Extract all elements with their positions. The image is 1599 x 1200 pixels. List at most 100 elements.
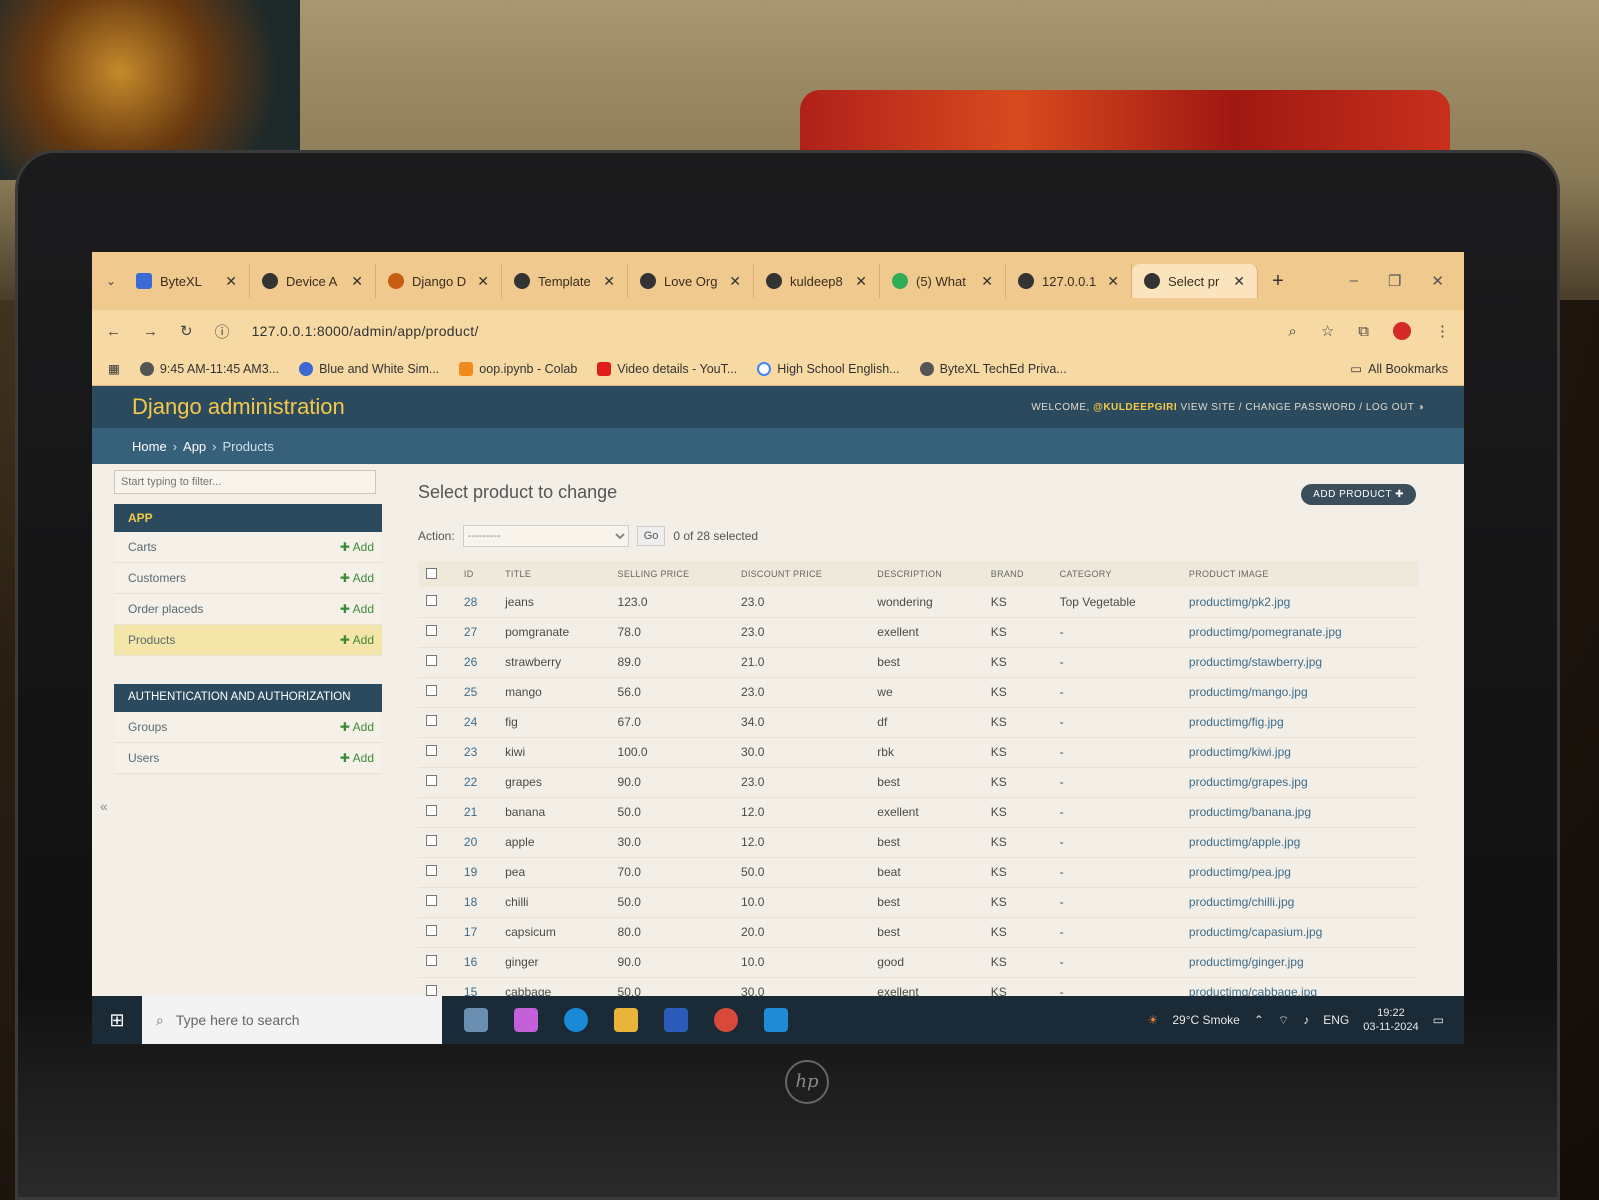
site-branding[interactable]: Django administration [132,394,345,420]
close-tab-icon[interactable]: ✕ [603,273,615,290]
model-add-link[interactable]: ✚ Add [340,602,374,616]
model-link[interactable]: Order placeds [128,602,203,616]
bookmark-star-icon[interactable]: ☆ [1321,322,1334,340]
network-icon[interactable]: ⌔ [1278,1013,1289,1028]
close-tab-icon[interactable]: ✕ [225,273,237,290]
menu-kebab-icon[interactable]: ⋮ [1435,322,1450,340]
row-checkbox[interactable] [426,895,437,906]
model-add-link[interactable]: ✚ Add [340,633,374,647]
column-header[interactable]: DESCRIPTION [869,561,983,587]
close-tab-icon[interactable]: ✕ [477,273,489,290]
vscode-icon[interactable] [764,1008,788,1032]
weather-text[interactable]: 29°C Smoke [1172,1013,1240,1027]
model-add-link[interactable]: ✚ Add [340,571,374,585]
windows-start-icon[interactable]: ⊞ [92,1010,142,1031]
sidebar-collapse-icon[interactable]: « [100,798,382,814]
row-checkbox[interactable] [426,775,437,786]
select-all-checkbox[interactable] [426,567,437,579]
nav-filter-input[interactable] [114,470,376,494]
auth-module-caption[interactable]: AUTHENTICATION AND AUTHORIZATION [114,684,382,712]
column-header[interactable]: PRODUCT IMAGE [1180,561,1418,587]
profile-avatar[interactable] [1393,322,1411,340]
action-select[interactable]: --------- [462,525,629,547]
restore-icon[interactable]: ❐ [1388,272,1401,290]
row-checkbox[interactable] [426,625,437,636]
model-add-link[interactable]: ✚ Add [340,751,374,765]
bookmark-item[interactable]: ByteXL TechEd Priva... [919,361,1067,376]
copilot-icon[interactable] [514,1008,538,1032]
taskbar-search[interactable]: ⌕ Type here to search [142,996,442,1044]
row-checkbox[interactable] [426,985,437,996]
close-window-icon[interactable]: ✕ [1431,272,1444,290]
minimize-icon[interactable]: – [1350,272,1358,290]
row-checkbox[interactable] [426,685,437,696]
cell-id[interactable]: 28 [455,587,498,618]
volume-icon[interactable]: ♪ [1303,1013,1309,1027]
browser-tab[interactable]: 127.0.0.1 ✕ [1006,264,1132,298]
model-link[interactable]: Carts [128,540,157,554]
row-checkbox[interactable] [426,655,437,666]
task-view-icon[interactable] [464,1008,488,1032]
browser-tab[interactable]: Template ✕ [502,264,628,298]
add-product-button[interactable]: ADD PRODUCT ✚ [1301,484,1416,505]
column-header[interactable]: BRAND [982,561,1052,587]
breadcrumb-app[interactable]: App [183,439,206,454]
cell-id[interactable]: 18 [455,887,498,918]
row-checkbox[interactable] [426,865,437,876]
file-explorer-icon[interactable] [614,1008,638,1032]
model-link[interactable]: Customers [128,571,186,585]
all-bookmarks[interactable]: ▭ All Bookmarks [1350,361,1448,377]
browser-tab[interactable]: Device A ✕ [250,264,376,298]
url-field[interactable]: 127.0.0.1:8000/admin/app/product/ [252,323,479,339]
cell-id[interactable]: 21 [455,797,498,828]
cell-id[interactable]: 20 [455,827,498,858]
browser-tab[interactable]: Django D ✕ [376,264,502,298]
browser-tab[interactable]: ByteXL ✕ [124,264,250,298]
theme-toggle-icon[interactable]: ◑ [1417,402,1424,413]
row-checkbox[interactable] [426,835,437,846]
column-header[interactable]: CATEGORY [1051,561,1181,587]
bookmark-item[interactable]: oop.ipynb - Colab [459,361,577,376]
word-icon[interactable] [664,1008,688,1032]
row-checkbox[interactable] [426,805,437,816]
close-tab-icon[interactable]: ✕ [855,273,867,290]
cell-id[interactable]: 27 [455,617,498,648]
row-checkbox[interactable] [426,745,437,756]
cell-id[interactable]: 26 [455,647,498,678]
model-link[interactable]: Products [128,633,175,647]
cell-id[interactable]: 25 [455,677,498,708]
close-tab-icon[interactable]: ✕ [351,273,363,290]
model-add-link[interactable]: ✚ Add [340,720,374,734]
bookmark-item[interactable]: Blue and White Sim... [299,361,439,376]
forward-arrow-icon[interactable]: → [143,323,158,340]
tab-search-chevron-icon[interactable]: ⌄ [98,274,124,288]
model-link[interactable]: Groups [128,720,167,734]
breadcrumb-home[interactable]: Home [132,439,167,454]
reload-icon[interactable]: ↻ [180,322,193,340]
chrome-icon[interactable] [714,1008,738,1032]
browser-tab[interactable]: (5) What ✕ [880,264,1006,298]
apps-grid-icon[interactable]: ▦ [108,361,120,376]
clock[interactable]: 19:22 03-11-2024 [1363,1006,1418,1034]
column-header[interactable]: TITLE [497,561,610,587]
cell-id[interactable]: 17 [455,917,498,948]
cell-id[interactable]: 22 [455,767,498,798]
close-tab-icon[interactable]: ✕ [981,273,993,290]
edge-icon[interactable] [564,1008,588,1032]
language-indicator[interactable]: ENG [1323,1013,1349,1027]
cell-id[interactable]: 19 [455,857,498,888]
site-info-icon[interactable]: ⓘ [215,321,230,342]
row-checkbox[interactable] [426,594,437,606]
cell-id[interactable]: 16 [455,947,498,978]
zoom-icon[interactable]: ⌕ [1288,323,1296,340]
extensions-icon[interactable]: ⧉ [1358,323,1369,340]
close-tab-icon[interactable]: ✕ [729,273,741,290]
close-tab-icon[interactable]: ✕ [1107,273,1119,290]
close-tab-icon[interactable]: ✕ [1233,273,1245,290]
row-checkbox[interactable] [426,955,437,966]
bookmark-item[interactable]: 9:45 AM-11:45 AM3... [139,361,279,376]
row-checkbox[interactable] [426,715,437,726]
browser-tab[interactable]: Love Org ✕ [628,264,754,298]
column-header[interactable]: DISCOUNT PRICE [733,561,870,587]
cell-id[interactable]: 24 [455,707,498,738]
